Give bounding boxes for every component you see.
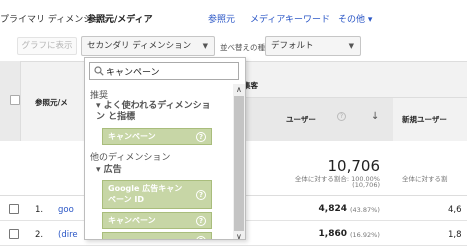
row-new-users-value: 1,8 [448, 230, 462, 240]
search-icon [94, 66, 104, 76]
dimension-search-input[interactable] [106, 64, 234, 78]
row-number: 1. [35, 205, 44, 215]
help-icon[interactable]: ? [196, 215, 206, 226]
sort-type-value: デフォルト [271, 41, 314, 51]
group-frequently-used[interactable]: ▾ よく使われるディメンション と指標 [96, 101, 214, 123]
group-ads[interactable]: ▾ 広告 [96, 165, 214, 176]
scrollbar-thumb[interactable] [234, 96, 244, 231]
dimension-list: 推奨 ▾ よく使われるディメンション と指標 キャンペーン ? 他のディメンショ… [85, 84, 231, 239]
row-dimension-link[interactable]: (dire [58, 230, 78, 240]
help-icon[interactable]: ? [196, 131, 206, 142]
row-users-value: 1,860 [318, 229, 347, 239]
select-all-checkbox[interactable] [10, 95, 20, 105]
section-label-recommended: 推奨 [90, 91, 109, 101]
primary-dimension-current: 参照元/メディア [87, 15, 153, 25]
chevron-down-icon: ▼ [348, 42, 354, 50]
help-icon[interactable]: ? [196, 189, 206, 200]
total-new-users-percentage: 全体に対する割 [402, 175, 448, 183]
dimension-item-google-ads-campaign-id[interactable]: Google 広告キャンペーン ID ? [102, 180, 212, 209]
secondary-dimension-label: セカンダリ ディメンション [87, 41, 192, 51]
row-number: 2. [35, 230, 44, 240]
row-dimension-link[interactable]: goo [58, 205, 74, 215]
dimension-item-label: Google 広告キャンペーン ID [108, 184, 183, 204]
dimension-item-label: キャンペーン [108, 216, 156, 225]
sort-type-select[interactable]: デフォルト ▼ [265, 36, 361, 56]
primary-dimension-link-medium[interactable]: メディア [250, 12, 285, 25]
row-checkbox[interactable] [9, 229, 19, 239]
row-checkbox[interactable] [9, 204, 19, 214]
row-users-percentage: (43.87%) [350, 206, 380, 214]
dimension-search-box[interactable] [89, 62, 239, 80]
primary-dimension-link-keyword[interactable]: キーワード [285, 12, 330, 25]
chevron-up-icon[interactable]: ∧ [236, 85, 242, 94]
section-label-other-dimensions: 他のディメンション [90, 153, 171, 163]
dimension-item-campaign[interactable]: キャンペーン ? [102, 128, 212, 145]
primary-dimension-link-source[interactable]: 参照元 [208, 12, 235, 25]
chevron-down-icon[interactable]: ∨ [236, 232, 242, 239]
primary-dimension-link-other[interactable]: その他 ▾ [338, 12, 372, 25]
row-new-users-value: 4,6 [448, 205, 462, 215]
secondary-dimension-button[interactable]: セカンダリ ディメンション ▼ [81, 36, 215, 56]
column-header-users[interactable]: ユーザー [286, 114, 316, 125]
total-users-absolute: (10,706) [352, 181, 380, 189]
secondary-dimension-dropdown: 推奨 ▾ よく使われるディメンション と指標 キャンペーン ? 他のディメンショ… [84, 57, 246, 240]
column-header-new-users[interactable]: 新規ユーザー [402, 114, 447, 125]
dimension-item-partial[interactable]: ? [102, 232, 212, 239]
help-icon[interactable]: ? [196, 235, 206, 239]
dimension-item-campaign[interactable]: キャンペーン ? [102, 212, 212, 229]
row-users-percentage: (16.92%) [350, 231, 380, 239]
chevron-down-icon: ▼ [202, 42, 208, 50]
arrow-down-icon[interactable]: ↓ [371, 111, 379, 122]
dimension-item-label: キャンペーン [108, 132, 156, 141]
row-users-value: 4,824 [318, 204, 347, 214]
column-header-dimension[interactable]: 参照元/メ [35, 97, 68, 108]
help-icon[interactable]: ? [337, 112, 346, 121]
plot-rows-button: グラフに表示 [17, 37, 77, 55]
